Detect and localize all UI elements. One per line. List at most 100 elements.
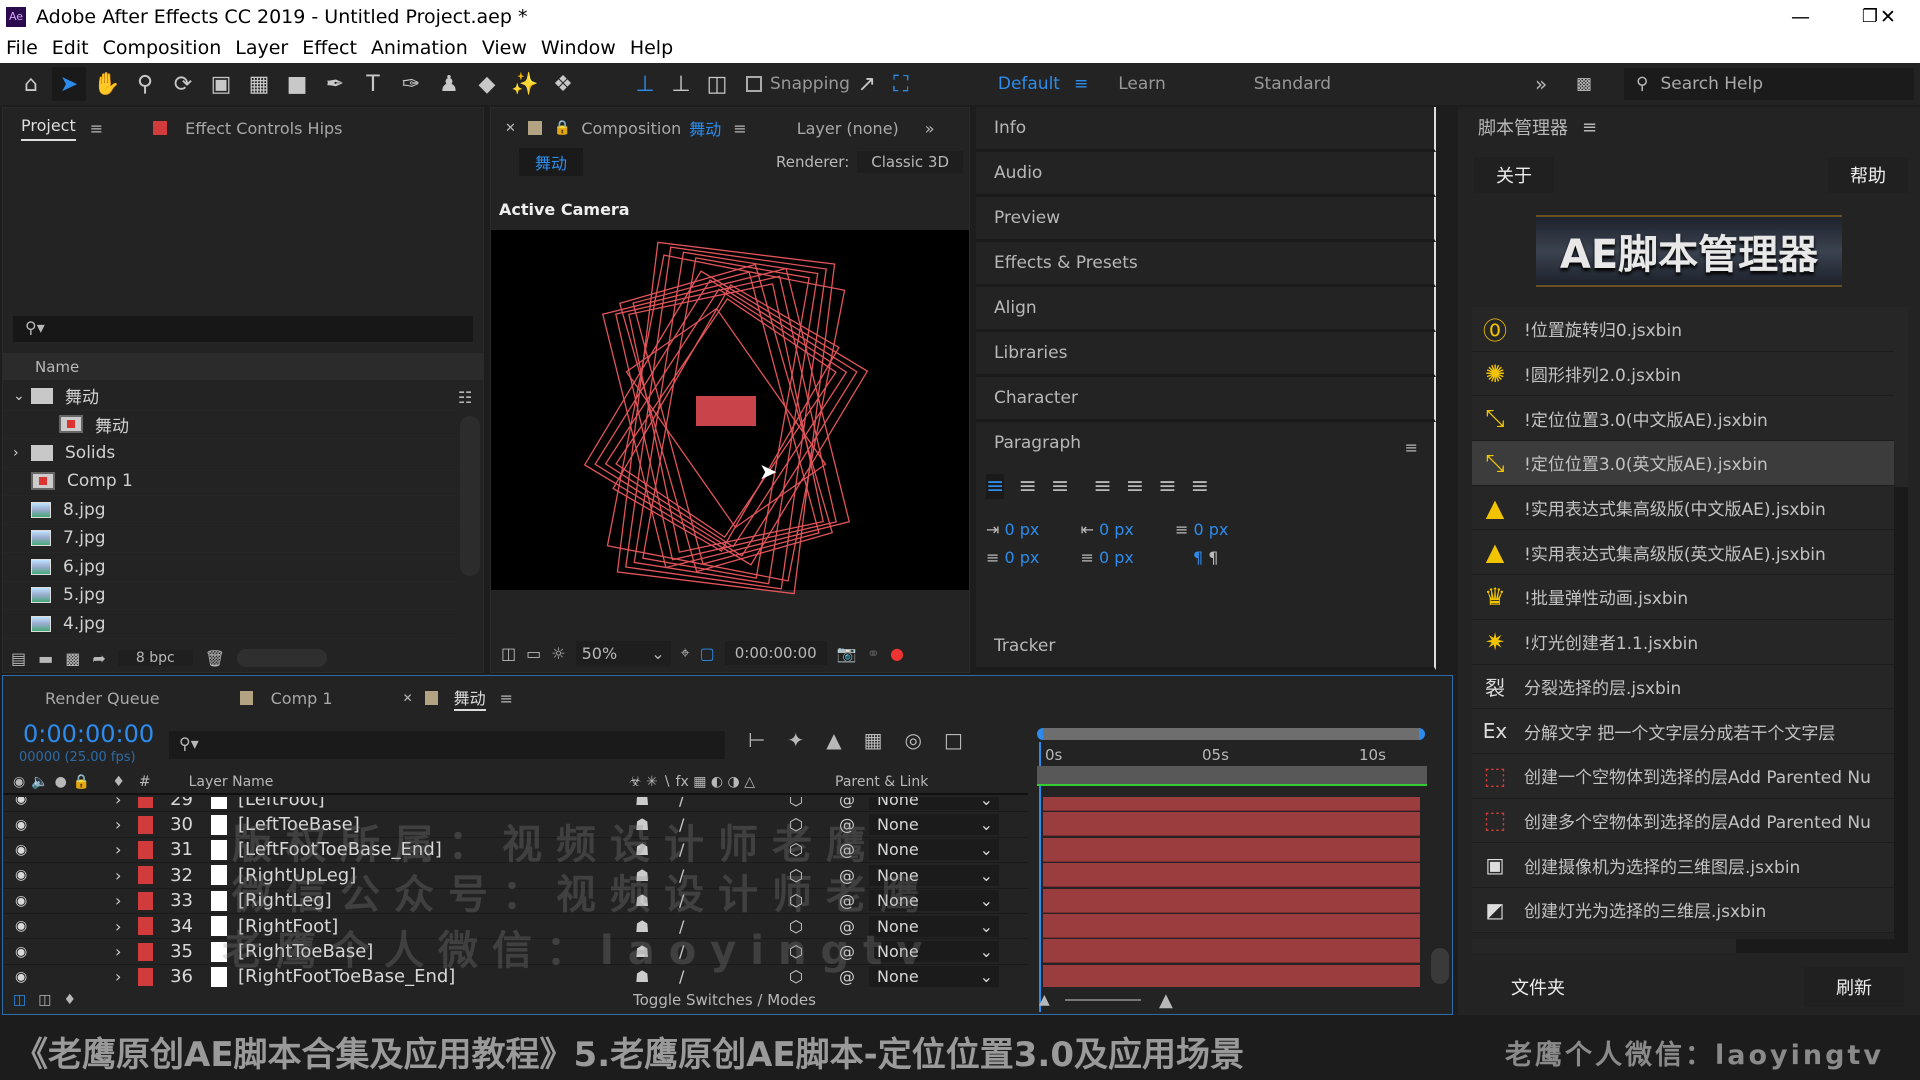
script-list-scrollbar[interactable]: [1894, 307, 1908, 953]
menu-effect[interactable]: Effect: [302, 37, 357, 59]
folder-button[interactable]: 文件夹: [1488, 967, 1588, 1007]
indent-left-value[interactable]: 0 px: [1005, 520, 1040, 539]
home-icon[interactable]: ⌂: [14, 67, 48, 101]
script-item[interactable]: ▲ !实用表达式集高级版(中文版AE).jsxbin: [1472, 485, 1894, 531]
close-tab-icon[interactable]: ✕: [403, 691, 413, 705]
project-item[interactable]: 舞动: [3, 411, 458, 439]
script-item[interactable]: ♛ !批量弹性动画.jsxbin: [1472, 575, 1894, 620]
channel-icon[interactable]: ●: [890, 644, 904, 663]
new-folder-icon[interactable]: ▬: [38, 649, 53, 668]
more-workspaces-icon[interactable]: »: [1535, 72, 1547, 96]
tab-comp-1[interactable]: Comp 1: [271, 689, 333, 708]
project-item[interactable]: 6.jpg: [3, 553, 458, 582]
layer-duration-bar[interactable]: [1043, 964, 1420, 987]
snap-icon[interactable]: ↗: [850, 67, 884, 101]
menu-view[interactable]: View: [482, 37, 527, 59]
audio-switch-icon[interactable]: 🔈: [31, 774, 48, 790]
panel-libraries[interactable]: Libraries: [976, 332, 1436, 377]
script-item[interactable]: ▲ !实用表达式集高级版(英文版AE).jsxbin: [1472, 530, 1894, 576]
mask-icon[interactable]: ☼: [551, 644, 565, 663]
refresh-button[interactable]: 刷新: [1804, 967, 1904, 1007]
draft-3d-icon[interactable]: ✦: [787, 728, 804, 752]
label-column-icon[interactable]: ♦: [112, 774, 125, 790]
tab-composition[interactable]: Composition: [581, 119, 681, 138]
script-list-hscrollbar[interactable]: [1472, 939, 1908, 953]
column-name[interactable]: Name: [35, 358, 79, 376]
world-axis-icon[interactable]: ⊥: [664, 67, 698, 101]
panel-character[interactable]: Character: [976, 377, 1436, 422]
chevron-right-icon[interactable]: ›: [13, 445, 31, 461]
interpret-footage-icon[interactable]: ▤: [11, 649, 26, 668]
text-tool-icon[interactable]: T: [356, 67, 390, 101]
panel-effects-presets[interactable]: Effects & Presets: [976, 242, 1436, 287]
script-item[interactable]: ⤡ !定位位置3.0(英文版AE).jsxbin: [1472, 441, 1894, 486]
script-manager-menu-icon[interactable]: ≡: [1582, 117, 1597, 138]
timeline-menu-icon[interactable]: ≡: [500, 689, 513, 708]
restore-button[interactable]: ❐: [1862, 6, 1878, 27]
show-snapshot-icon[interactable]: ⚭: [867, 644, 880, 663]
render-icon[interactable]: ➦: [92, 649, 105, 668]
chevron-down-icon[interactable]: ⌄: [13, 388, 31, 404]
align-left-icon[interactable]: ≡: [986, 474, 1005, 499]
menu-edit[interactable]: Edit: [52, 37, 89, 59]
script-item[interactable]: ✷ !灯光创建者1.1.jsxbin: [1472, 619, 1894, 665]
toggle-switches-modes[interactable]: Toggle Switches / Modes: [633, 991, 816, 1009]
time-ruler[interactable]: 0s 05s 10s: [1037, 742, 1427, 766]
layer-switches-icon[interactable]: ◫: [13, 992, 26, 1008]
close-button[interactable]: ✕: [1880, 6, 1920, 28]
rotate-tool-icon[interactable]: ⟳: [166, 67, 200, 101]
roto-brush-tool-icon[interactable]: ✨: [508, 67, 542, 101]
about-button[interactable]: 关于: [1474, 157, 1554, 193]
layer-duration-bar[interactable]: [1043, 797, 1420, 811]
script-item[interactable]: ▣ 创建摄像机为选择的三维图层.jsxbin: [1472, 843, 1894, 888]
column-parent-link[interactable]: Parent & Link: [835, 774, 928, 790]
in-out-icon[interactable]: ♦: [63, 992, 76, 1008]
tab-project[interactable]: Project: [21, 116, 76, 141]
workspace-standard[interactable]: Standard: [1254, 74, 1331, 94]
zoom-out-icon[interactable]: ▲: [1039, 992, 1050, 1008]
workspace-learn[interactable]: Learn: [1118, 74, 1166, 94]
panel-preview[interactable]: Preview: [976, 197, 1436, 242]
justify-right-icon[interactable]: ≡: [1158, 474, 1176, 499]
snap-grid-icon[interactable]: ⛶: [884, 67, 918, 101]
script-item[interactable]: Ex 分解文字 把一个文字层分成若干个文字层: [1472, 709, 1894, 754]
zoom-in-icon[interactable]: ▲: [1159, 990, 1173, 1011]
bpc-button[interactable]: 8 bpc: [117, 650, 193, 666]
project-item[interactable]: 7.jpg: [3, 525, 458, 553]
thumbnail-slider[interactable]: [237, 649, 328, 667]
transparency-grid-icon[interactable]: ▢: [700, 644, 715, 663]
video-switch-icon[interactable]: ◉: [13, 774, 25, 790]
layer-duration-bar[interactable]: [1043, 888, 1420, 913]
project-item[interactable]: 5.jpg: [3, 582, 458, 610]
frame-blending-icon[interactable]: ▦: [864, 728, 883, 752]
monitor-icon[interactable]: ▭: [526, 644, 541, 663]
project-item[interactable]: 8.jpg: [3, 496, 458, 525]
project-item[interactable]: › Solids: [3, 439, 458, 468]
tab-wudong[interactable]: 舞动: [453, 685, 486, 711]
project-item[interactable]: 4.jpg: [3, 610, 458, 639]
snapshot-icon[interactable]: 📷: [837, 644, 857, 663]
pen-tool-icon[interactable]: ✒: [318, 67, 352, 101]
rtl-icon[interactable]: ¶: [1208, 548, 1218, 567]
menu-composition[interactable]: Composition: [103, 37, 222, 59]
column-layer-name[interactable]: Layer Name: [189, 774, 274, 790]
panel-align[interactable]: Align: [976, 287, 1436, 332]
layer-duration-bar[interactable]: [1043, 837, 1420, 862]
comp-menu-icon[interactable]: ≡: [733, 119, 746, 138]
project-item[interactable]: ⌄ 舞动: [3, 382, 458, 411]
panel-tracker[interactable]: Tracker: [976, 624, 1436, 670]
close-tab-icon[interactable]: ✕: [505, 121, 516, 136]
hand-tool-icon[interactable]: ✋: [90, 67, 124, 101]
motion-blur-icon[interactable]: ◎: [904, 728, 921, 752]
menu-window[interactable]: Window: [541, 37, 616, 59]
tab-effect-controls[interactable]: Effect Controls Hips: [185, 119, 342, 138]
project-item[interactable]: Comp 1: [3, 468, 458, 496]
space-after-value[interactable]: 0 px: [1099, 548, 1134, 567]
script-item[interactable]: ⬚ 创建一个空物体到选择的层Add Parented Nu: [1472, 753, 1894, 799]
lock-switch-icon[interactable]: 🔒: [73, 774, 90, 790]
graph-editor-icon[interactable]: □: [944, 728, 963, 752]
layer-duration-bar[interactable]: [1043, 812, 1420, 837]
menu-help[interactable]: Help: [630, 37, 673, 59]
script-item[interactable]: ✺ !圆形排列2.0.jsxbin: [1472, 351, 1894, 397]
clone-stamp-tool-icon[interactable]: ♟: [432, 67, 466, 101]
